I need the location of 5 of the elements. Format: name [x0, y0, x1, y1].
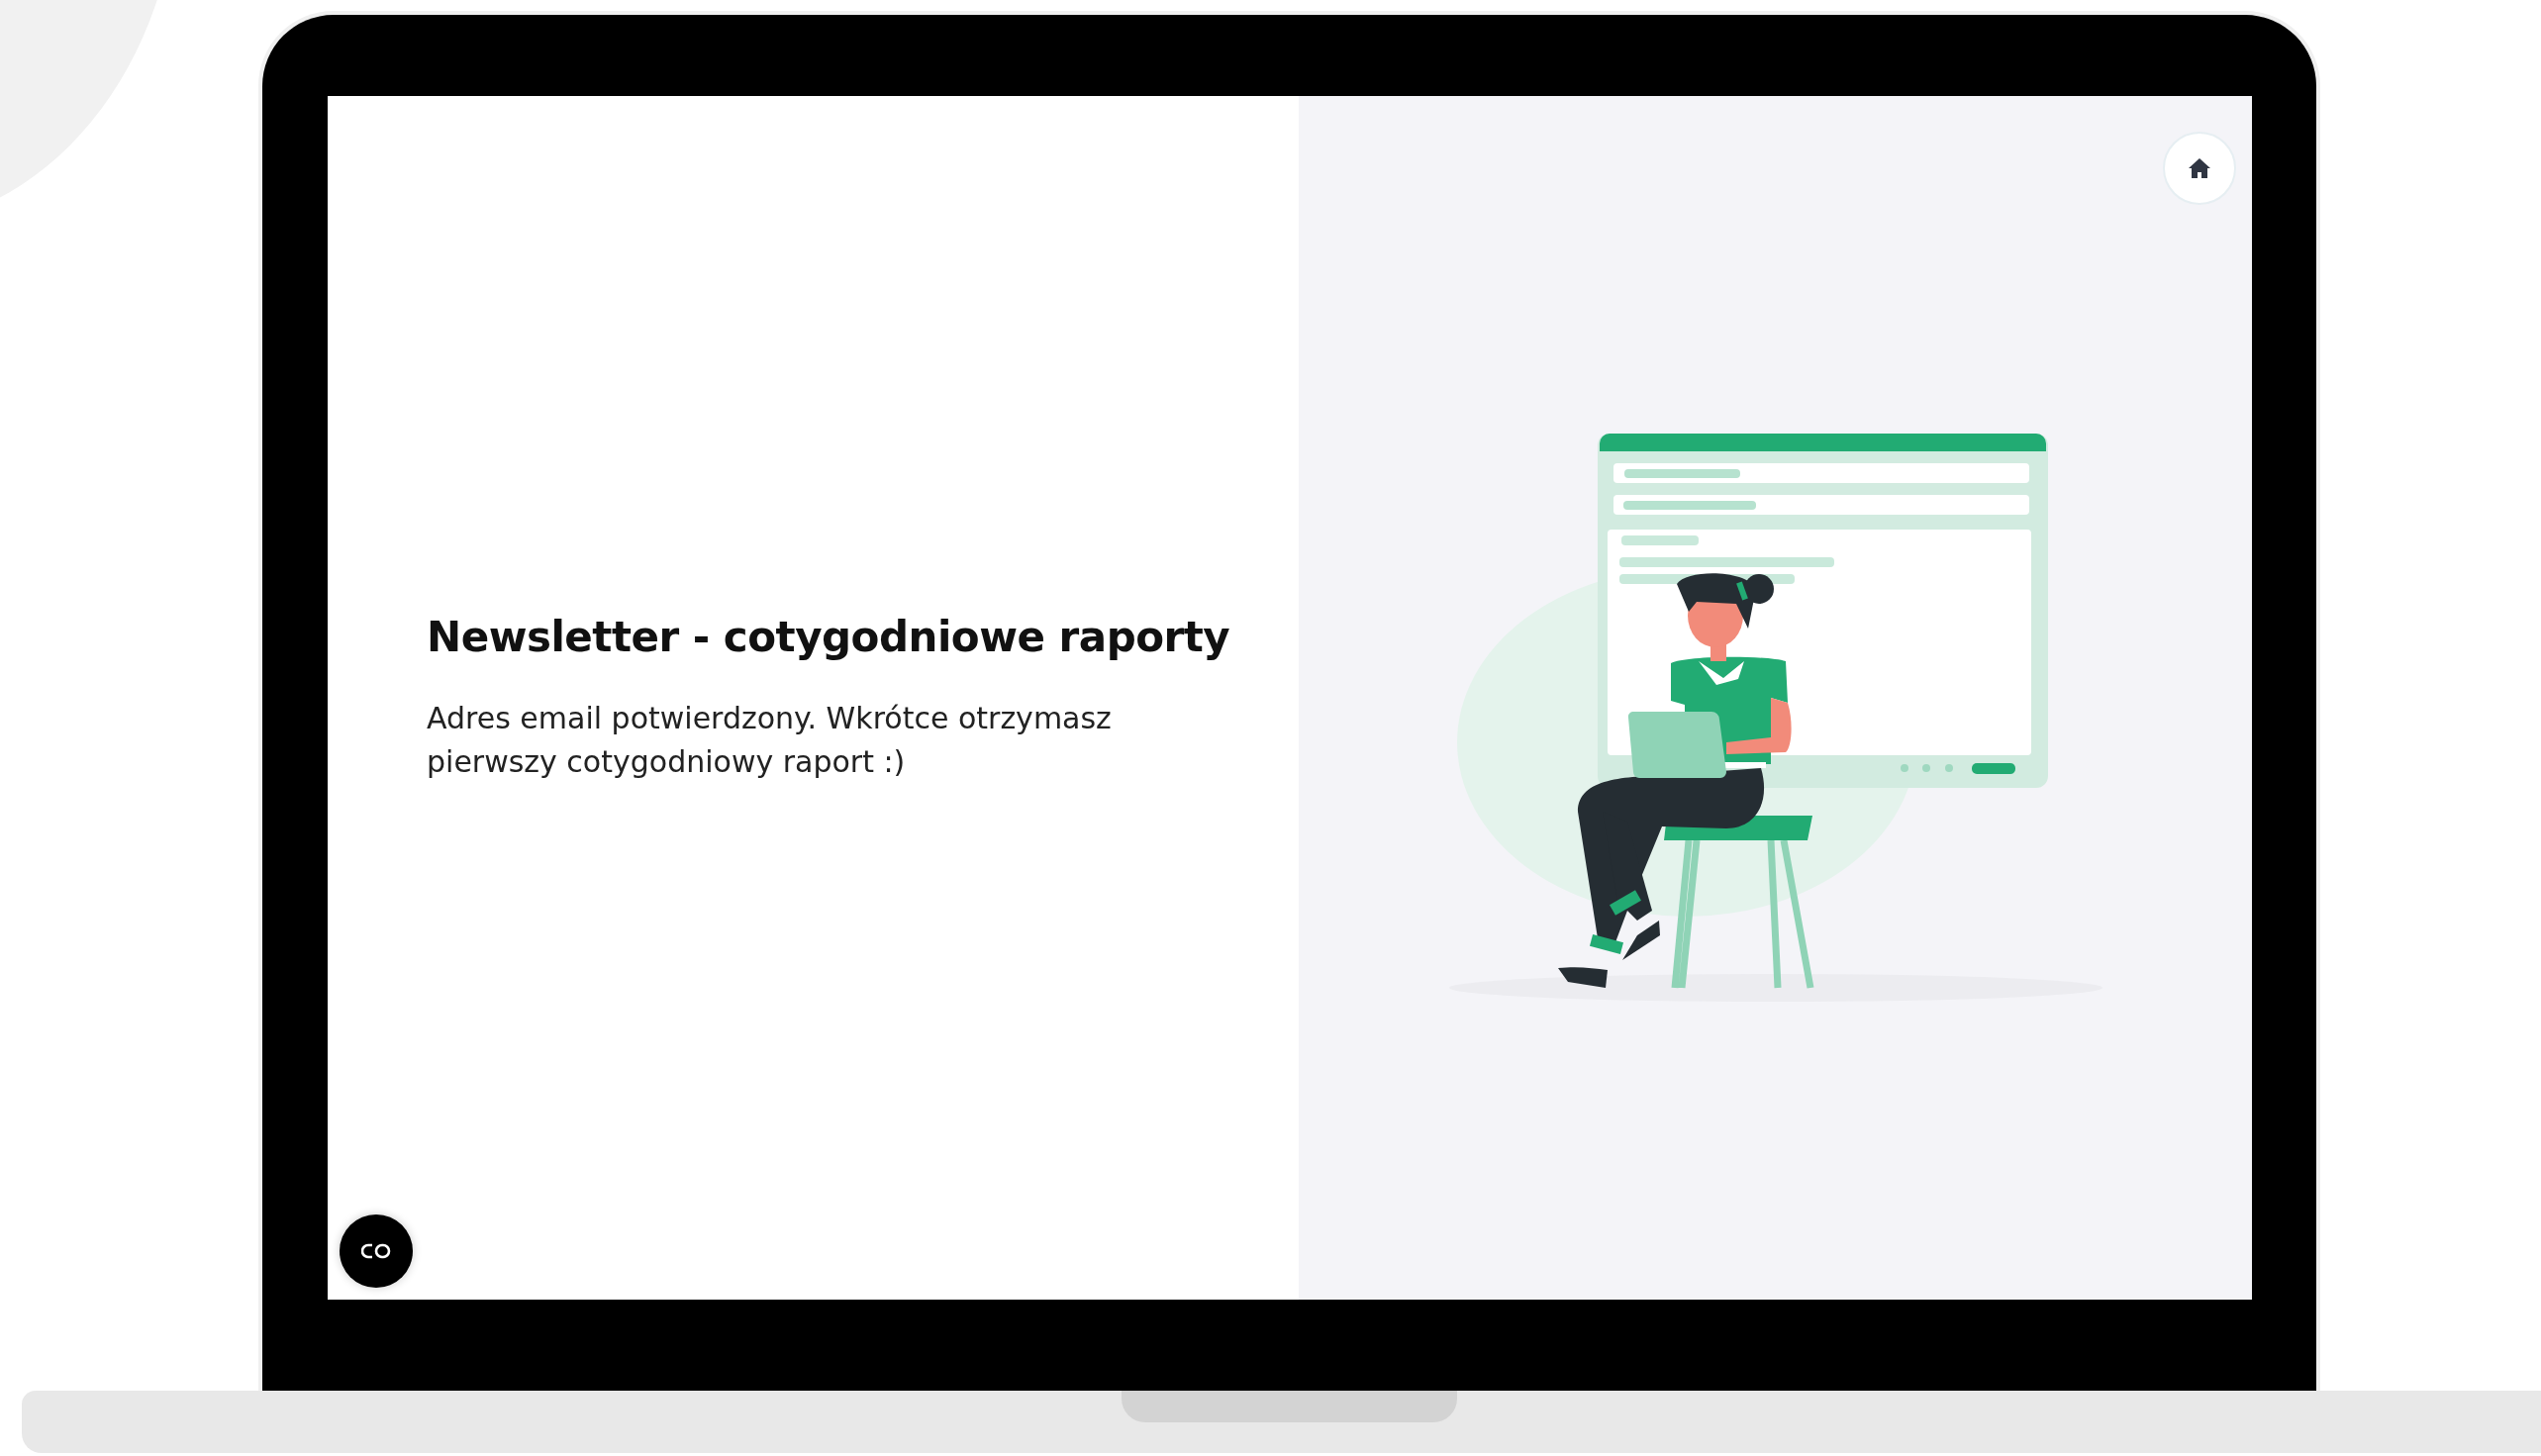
link-button[interactable]	[340, 1214, 413, 1288]
home-icon	[2188, 157, 2211, 179]
page-heading: Newsletter - cotygodniowe raporty	[427, 612, 1230, 661]
confirmation-message: Adres email potwierdzony. Wkrótce otrzymasz pierwszy cotygodniowy raport :)	[427, 699, 1113, 781]
link-icon	[361, 1243, 391, 1259]
